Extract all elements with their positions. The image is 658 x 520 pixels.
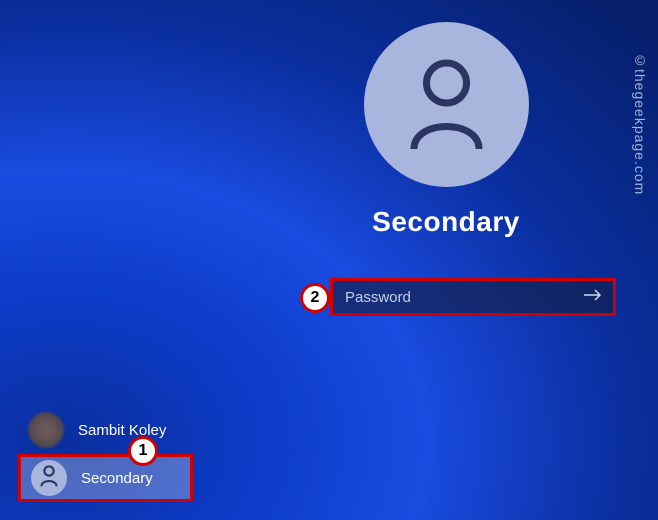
user-avatar-large — [364, 22, 529, 187]
selected-username: Secondary — [330, 206, 562, 238]
user-item-sambit-koley[interactable]: Sambit Koley — [18, 406, 193, 454]
user-item-label: Sambit Koley — [78, 422, 166, 439]
user-item-label: Secondary — [81, 470, 153, 487]
person-icon — [39, 465, 59, 492]
annotation-marker-2: 2 — [300, 283, 330, 313]
user-avatar-small — [31, 460, 67, 496]
user-avatar-small — [28, 412, 64, 448]
submit-arrow-button[interactable] — [573, 281, 613, 313]
person-icon — [404, 57, 489, 152]
watermark-text: ©thegeekpage.com — [632, 52, 648, 195]
annotation-marker-1: 1 — [128, 436, 158, 466]
user-account-list: Sambit Koley Secondary — [18, 406, 193, 502]
password-field-container — [330, 278, 616, 316]
user-item-secondary[interactable]: Secondary — [18, 454, 193, 502]
password-input[interactable] — [333, 289, 573, 306]
arrow-right-icon — [583, 288, 603, 307]
